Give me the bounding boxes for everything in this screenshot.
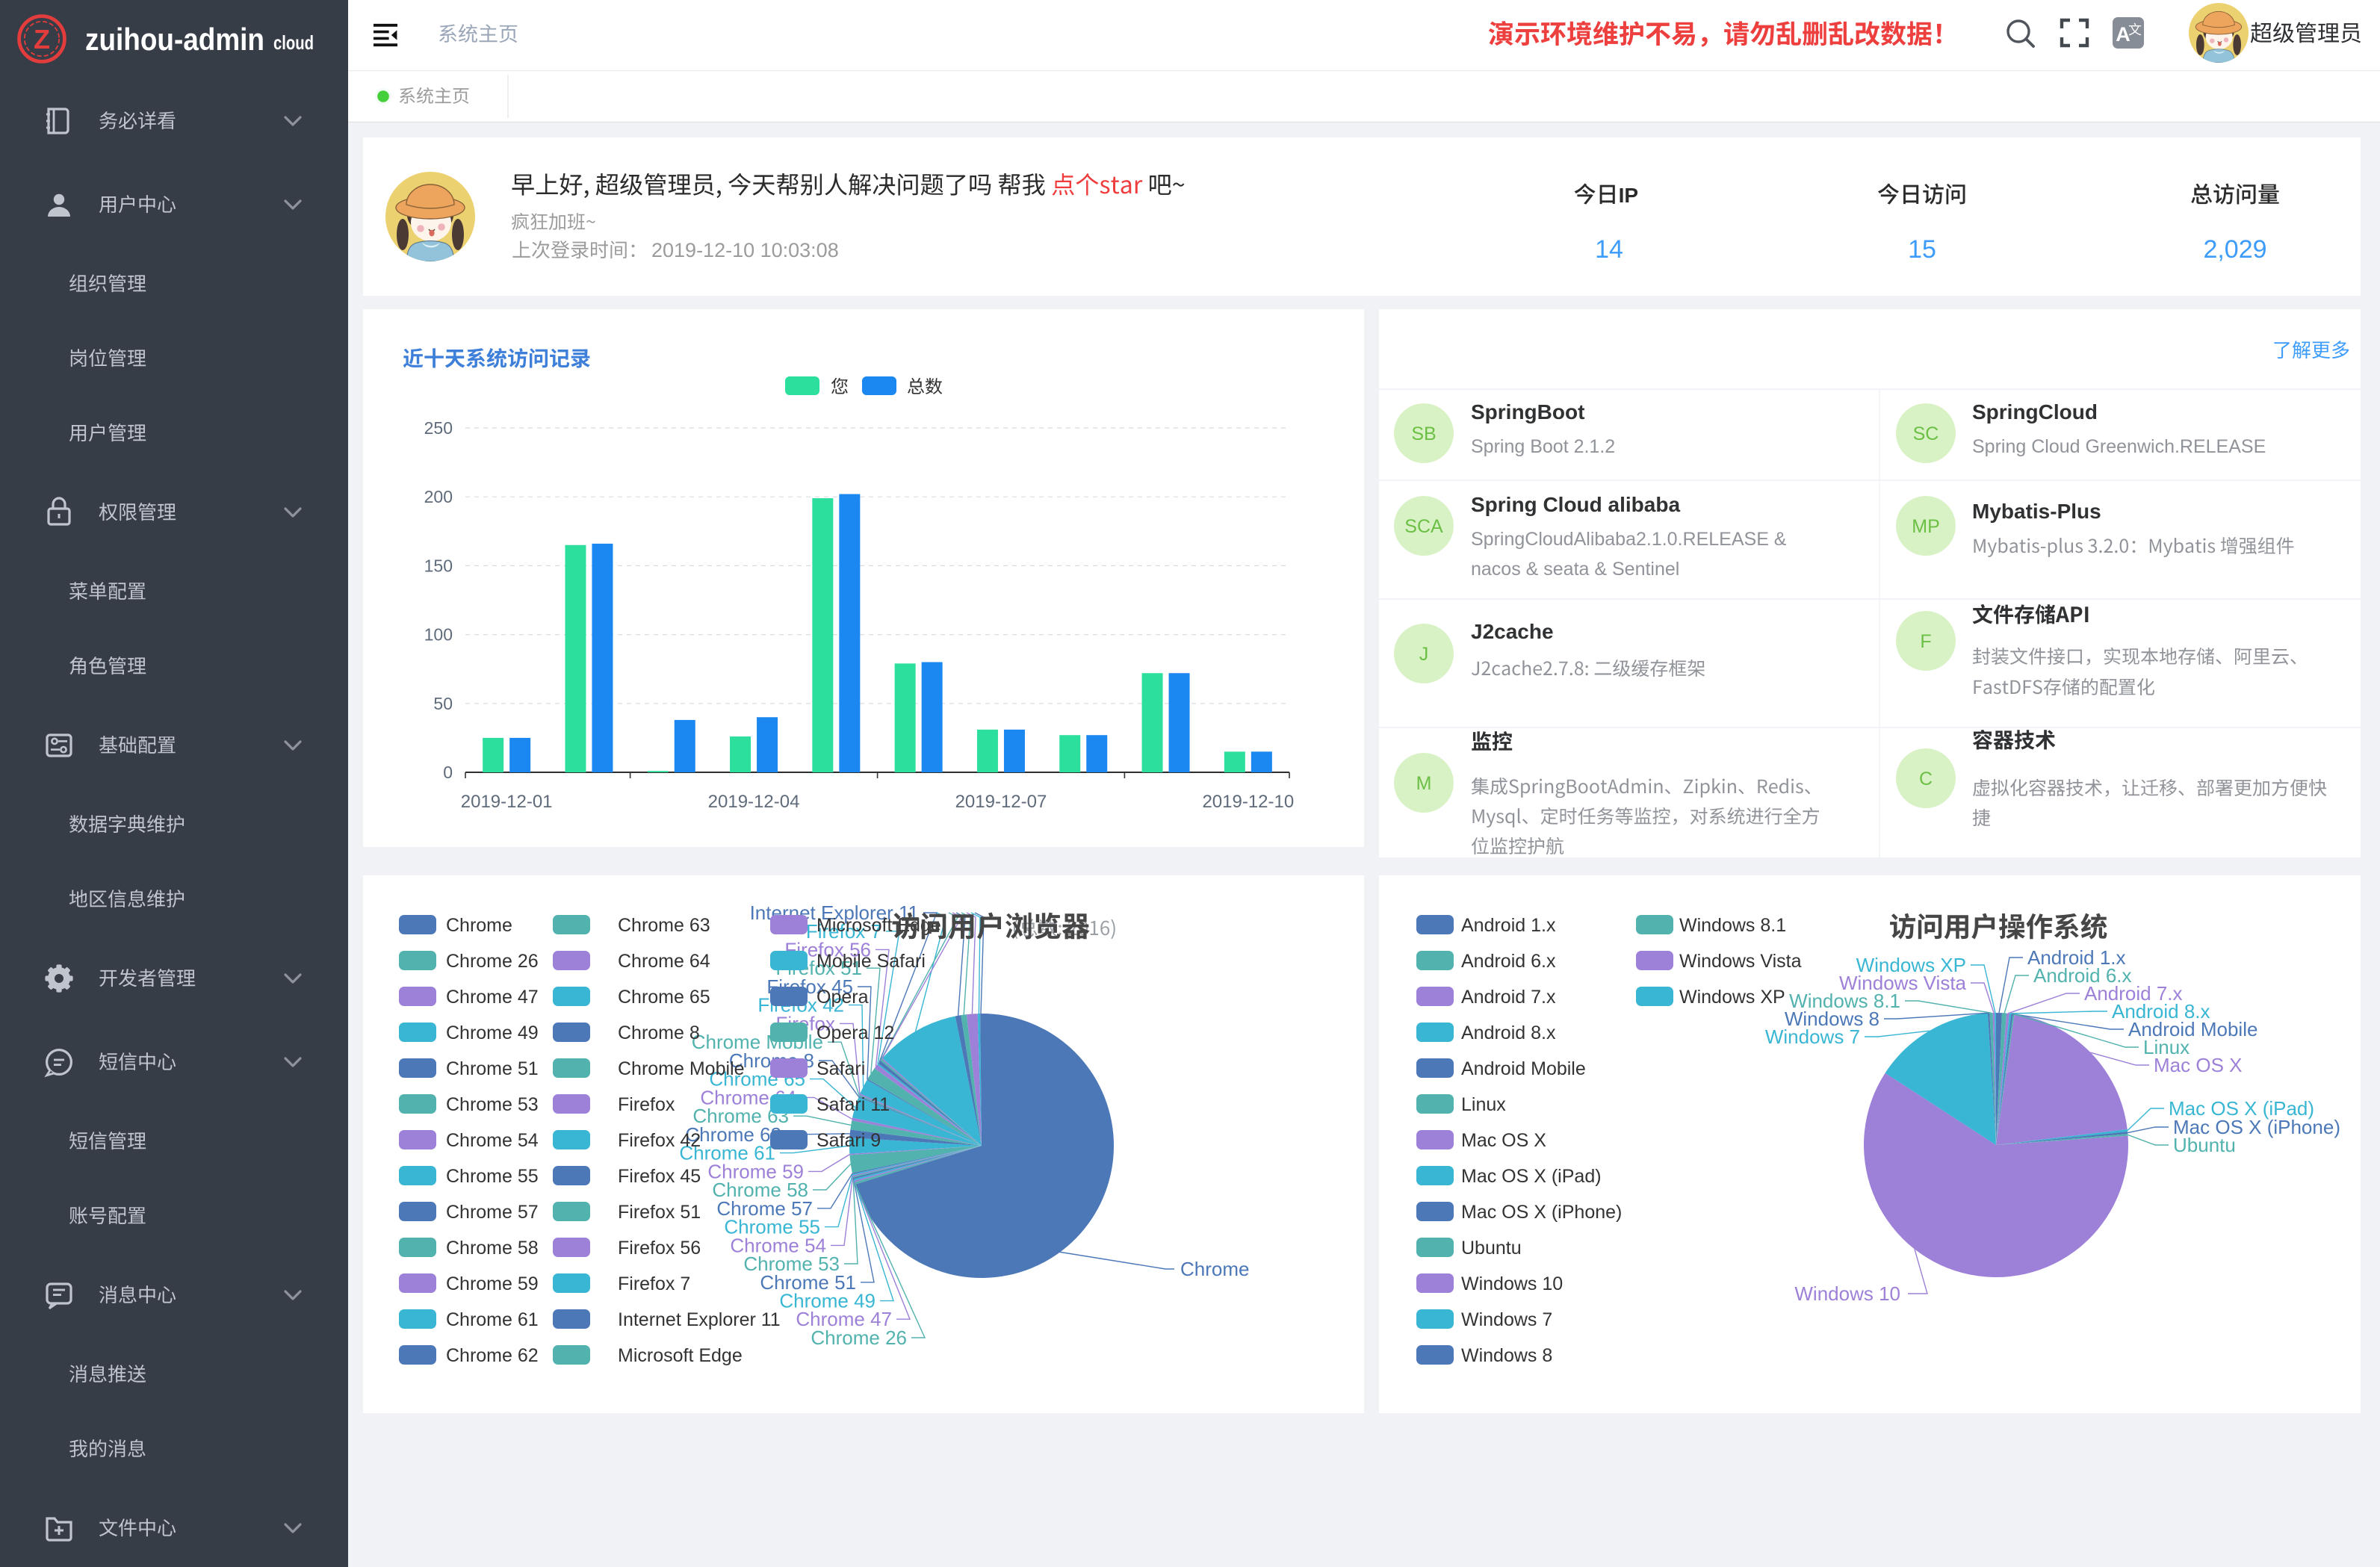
svg-text:Chrome 62: Chrome 62 [446,1345,539,1366]
svg-text:MP: MP [1912,516,1940,537]
svg-text:Chrome 57: Chrome 57 [446,1202,539,1223]
svg-text:Chrome 59: Chrome 59 [446,1273,539,1294]
svg-text:2019-12-07: 2019-12-07 [955,792,1047,812]
svg-text:zuihou-admin: zuihou-admin [85,22,264,57]
svg-text:cloud: cloud [273,31,314,54]
svg-text:SCA: SCA [1404,516,1443,537]
svg-text:Chrome: Chrome [446,915,512,936]
svg-text:C: C [1919,769,1933,789]
svg-text:Chrome 49: Chrome 49 [446,1023,539,1043]
svg-text:A: A [2116,23,2130,46]
svg-text:Mybatis-Plus: Mybatis-Plus [1972,500,2101,523]
svg-text:Chrome 26: Chrome 26 [811,1326,907,1349]
svg-text:SpringBoot: SpringBoot [1471,400,1584,423]
svg-text:Android 1.x: Android 1.x [1461,915,1556,936]
svg-text:Android 6.x: Android 6.x [1461,951,1556,972]
svg-text:Safari 9: Safari 9 [816,1130,881,1151]
svg-text:Mac OS X (iPhone): Mac OS X (iPhone) [1461,1202,1622,1223]
svg-text:Firefox 56: Firefox 56 [618,1238,701,1259]
svg-text:Spring Boot 2.1.2: Spring Boot 2.1.2 [1471,436,1615,457]
svg-text:F: F [1920,631,1931,652]
svg-text:Ubuntu: Ubuntu [2173,1134,2236,1156]
svg-text:Opera: Opera [816,987,869,1008]
svg-text:Chrome 64: Chrome 64 [618,951,710,972]
svg-text:100: 100 [424,625,453,645]
svg-text:Chrome Mobile: Chrome Mobile [618,1058,745,1079]
svg-text:Chrome 63: Chrome 63 [618,915,710,936]
svg-text:Spring Cloud alibaba: Spring Cloud alibaba [1471,493,1680,516]
svg-text:Android 7.x: Android 7.x [1461,987,1556,1008]
svg-text:Chrome 55: Chrome 55 [446,1166,539,1187]
svg-text:Safari: Safari [816,1058,865,1079]
svg-text:IP: IP [1619,184,1638,207]
svg-text:Firefox: Firefox [618,1094,675,1115]
svg-text:Windows 10: Windows 10 [1794,1282,1900,1305]
svg-text:Windows 7: Windows 7 [1461,1309,1552,1330]
svg-text:Firefox 7: Firefox 7 [618,1273,690,1294]
svg-text:Windows 8.1: Windows 8.1 [1679,915,1786,936]
svg-text:Chrome 8: Chrome 8 [618,1023,700,1043]
svg-text:Windows 8: Windows 8 [1461,1345,1552,1366]
svg-text:2019-12-04: 2019-12-04 [708,792,800,812]
svg-text:Chrome 47: Chrome 47 [446,987,539,1008]
svg-text:150: 150 [424,556,453,575]
svg-text:Safari 11: Safari 11 [816,1094,890,1115]
svg-text:2019-12-01: 2019-12-01 [461,792,553,812]
svg-text:SB: SB [1411,423,1436,444]
svg-text:Mobile Safari: Mobile Safari [816,951,926,972]
svg-text:Chrome 54: Chrome 54 [446,1130,539,1151]
svg-text:15: 15 [1908,235,1936,264]
svg-text:Chrome 65: Chrome 65 [618,987,710,1008]
svg-text:SpringCloudAlibaba2.1.0.RELEAS: SpringCloudAlibaba2.1.0.RELEASE & [1471,529,1787,550]
svg-text:M: M [1416,773,1432,794]
svg-text:Chrome 26: Chrome 26 [446,951,539,972]
svg-text:Android Mobile: Android Mobile [1461,1058,1586,1079]
svg-text:Chrome 53: Chrome 53 [446,1094,539,1115]
svg-text:Linux: Linux [1461,1094,1506,1115]
svg-text:Z: Z [34,24,50,55]
svg-text:Chrome 61: Chrome 61 [446,1309,539,1330]
svg-text:Chrome 51: Chrome 51 [446,1058,539,1079]
svg-text:2019-12-10 10:03:08: 2019-12-10 10:03:08 [651,239,839,261]
svg-text:SpringCloud: SpringCloud [1972,400,2098,423]
svg-text:Firefox 51: Firefox 51 [618,1202,701,1223]
svg-text:Spring Cloud Greenwich.RELEASE: Spring Cloud Greenwich.RELEASE [1972,436,2266,457]
svg-text:J2cache: J2cache [1471,620,1554,643]
svg-text:Ubuntu: Ubuntu [1461,1238,1522,1259]
svg-text:200: 200 [424,487,453,506]
svg-text:Opera 12: Opera 12 [816,1023,894,1043]
svg-text:14: 14 [1595,235,1623,264]
svg-text:Microsoft Edge: Microsoft Edge [618,1345,743,1366]
svg-text:250: 250 [424,418,453,438]
svg-text:Android 8.x: Android 8.x [1461,1023,1556,1043]
svg-text:SC: SC [1913,423,1939,444]
svg-text:50: 50 [433,694,453,713]
svg-text:Mac OS X (iPad): Mac OS X (iPad) [1461,1166,1602,1187]
svg-text:Mac OS X: Mac OS X [1461,1130,1546,1151]
svg-text:Internet Explorer 11: Internet Explorer 11 [618,1309,781,1330]
svg-text:Windows Vista: Windows Vista [1679,951,1802,972]
svg-text:Windows 7: Windows 7 [1765,1025,1860,1048]
svg-text:Firefox 42: Firefox 42 [618,1130,701,1151]
svg-text:Windows XP: Windows XP [1679,987,1785,1008]
svg-text:0: 0 [443,763,453,782]
svg-text:Windows 10: Windows 10 [1461,1273,1563,1294]
svg-text:nacos & seata & Sentinel: nacos & seata & Sentinel [1471,559,1679,580]
svg-text:2019-12-10: 2019-12-10 [1202,792,1294,812]
svg-text:Firefox 45: Firefox 45 [618,1166,701,1187]
svg-text:Mac OS X: Mac OS X [2154,1054,2242,1076]
svg-text:2,029: 2,029 [2203,235,2266,264]
svg-text:Chrome 58: Chrome 58 [446,1238,539,1259]
svg-text:Chrome: Chrome [1180,1258,1249,1280]
svg-text:J: J [1419,644,1429,665]
